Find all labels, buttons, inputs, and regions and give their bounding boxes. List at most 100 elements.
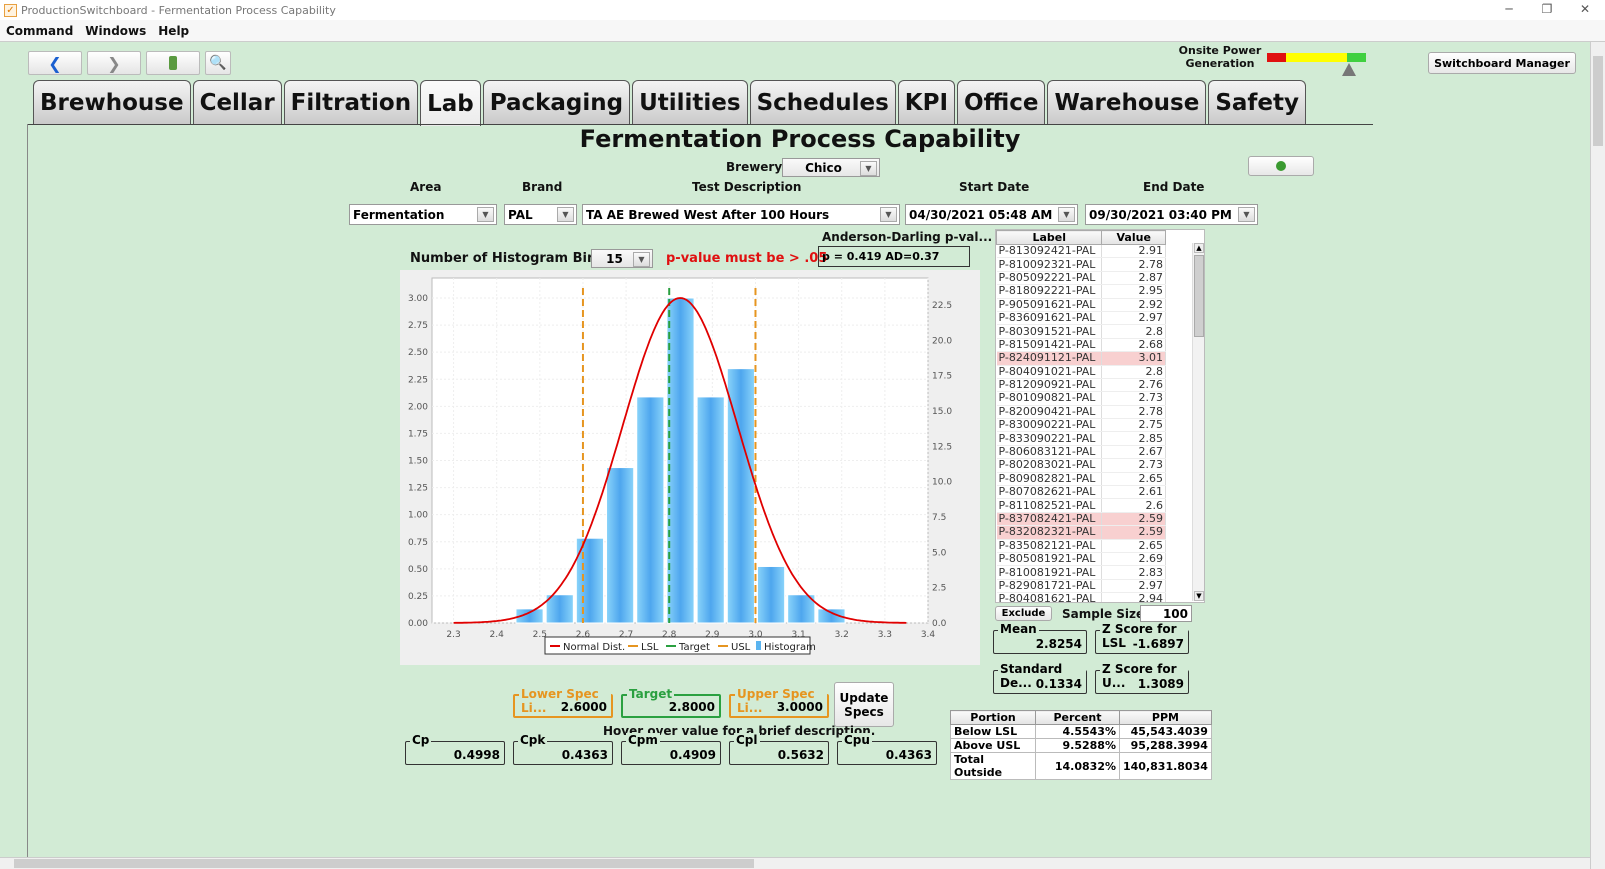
capability-cpl-field[interactable]: Cpl 0.5632 bbox=[729, 733, 829, 765]
scrollbar-thumb[interactable] bbox=[1593, 56, 1603, 146]
row-value: 2.8 bbox=[1101, 324, 1166, 339]
histogram-bins-select[interactable]: 15 ▼ bbox=[591, 249, 653, 268]
forward-button[interactable]: ❯ bbox=[87, 51, 141, 75]
upper-spec-limit-field[interactable]: Upper Spec Li... 3.0000 bbox=[729, 687, 829, 718]
table-row[interactable]: P-818092221-PAL 2.95 bbox=[996, 284, 1166, 299]
table-row[interactable]: P-835082121-PAL 2.65 bbox=[996, 539, 1166, 553]
horizontal-scrollbar[interactable] bbox=[0, 857, 1590, 869]
tab-lab[interactable]: Lab bbox=[420, 80, 481, 126]
maximize-button[interactable]: ❐ bbox=[1528, 0, 1566, 20]
table-row[interactable]: P-804081621-PAL 2.94 bbox=[996, 592, 1166, 602]
start-date-label: Start Date bbox=[959, 180, 1030, 194]
table-row[interactable]: P-802083021-PAL 2.73 bbox=[996, 458, 1166, 473]
help-button[interactable] bbox=[1248, 156, 1314, 176]
scroll-up-icon[interactable]: ▲ bbox=[1194, 243, 1204, 253]
table-row[interactable]: P-805081921-PAL 2.69 bbox=[996, 552, 1166, 567]
capability-cpk-field[interactable]: Cpk 0.4363 bbox=[513, 733, 613, 765]
table-row[interactable]: P-830090221-PAL 2.75 bbox=[996, 418, 1166, 433]
table-row[interactable]: P-807082621-PAL 2.61 bbox=[996, 485, 1166, 500]
row-value: 2.65 bbox=[1101, 539, 1166, 553]
menu-command[interactable]: Command bbox=[6, 24, 73, 38]
summary-header-portion: Portion bbox=[950, 710, 1036, 725]
table-row[interactable]: P-836091621-PAL 2.97 bbox=[996, 311, 1166, 326]
table-row[interactable]: P-806083121-PAL 2.67 bbox=[996, 445, 1166, 460]
window-title: ProductionSwitchboard - Fermentation Pro… bbox=[21, 3, 336, 17]
row-value: 2.85 bbox=[1101, 431, 1166, 446]
exclude-button[interactable]: Exclude bbox=[995, 606, 1052, 621]
table-row[interactable]: P-815091421-PAL 2.68 bbox=[996, 338, 1166, 353]
start-date-select[interactable]: 04/30/2021 05:48 AM ▼ bbox=[905, 204, 1078, 225]
table-row[interactable]: P-805092221-PAL 2.87 bbox=[996, 271, 1166, 286]
column-header-label[interactable]: Label bbox=[996, 230, 1103, 245]
legend-label: Normal Dist. bbox=[563, 642, 625, 653]
back-button[interactable]: ❮ bbox=[28, 51, 82, 75]
tab-cellar[interactable]: Cellar bbox=[192, 80, 282, 125]
y-left-tick-label: 2.75 bbox=[408, 321, 428, 331]
target-field[interactable]: Target 2.8000 bbox=[621, 687, 721, 718]
close-button[interactable]: ✕ bbox=[1566, 0, 1604, 20]
switchboard-manager-button[interactable]: Switchboard Manager bbox=[1428, 52, 1576, 74]
end-date-value: 09/30/2021 03:40 PM bbox=[1089, 207, 1232, 222]
tab-brewhouse[interactable]: Brewhouse bbox=[33, 80, 191, 125]
brewery-label: Brewery bbox=[726, 160, 783, 174]
histogram-bar bbox=[606, 467, 635, 624]
table-row[interactable]: P-810081921-PAL 2.83 bbox=[996, 565, 1166, 580]
table-row[interactable]: P-832082321-PAL 2.59 bbox=[996, 525, 1166, 540]
table-row[interactable]: P-811082521-PAL 2.6 bbox=[996, 498, 1166, 513]
table-row[interactable]: P-810092321-PAL 2.78 bbox=[996, 257, 1166, 272]
y-right-tick-label: 0.0 bbox=[932, 619, 947, 629]
scrollbar-thumb[interactable] bbox=[14, 859, 754, 868]
tab-office[interactable]: Office bbox=[957, 80, 1046, 125]
table-row[interactable]: P-824091121-PAL 3.01 bbox=[996, 351, 1166, 366]
table-row[interactable]: P-829081721-PAL 2.97 bbox=[996, 579, 1166, 594]
histogram-bar bbox=[696, 396, 725, 624]
search-button[interactable]: 🔍 bbox=[205, 51, 231, 75]
table-row[interactable]: P-833090221-PAL 2.85 bbox=[996, 431, 1166, 446]
table-row[interactable]: P-813092421-PAL 2.91 bbox=[996, 244, 1166, 259]
y-left-tick-label: 1.25 bbox=[408, 484, 428, 494]
table-row[interactable]: P-801090821-PAL 2.73 bbox=[996, 391, 1166, 406]
end-date-select[interactable]: 09/30/2021 03:40 PM ▼ bbox=[1085, 204, 1258, 225]
tab-filtration[interactable]: Filtration bbox=[283, 80, 419, 125]
chevron-down-icon: ▼ bbox=[860, 161, 877, 176]
scrollbar-thumb[interactable] bbox=[1194, 255, 1204, 337]
tab-kpi[interactable]: KPI bbox=[897, 80, 956, 125]
battery-button[interactable] bbox=[146, 51, 200, 75]
tab-warehouse[interactable]: Warehouse bbox=[1047, 80, 1207, 125]
tab-utilities[interactable]: Utilities bbox=[632, 80, 748, 125]
y-left-tick-label: 2.00 bbox=[408, 402, 428, 412]
lower-spec-limit-field[interactable]: Lower Spec Li... 2.6000 bbox=[513, 687, 613, 718]
table-row[interactable]: P-804091021-PAL 2.8 bbox=[996, 365, 1166, 379]
table-row[interactable]: P-803091521-PAL 2.8 bbox=[996, 324, 1166, 339]
table-row[interactable]: P-812090921-PAL 2.76 bbox=[996, 378, 1166, 393]
table-row[interactable]: P-905091621-PAL 2.92 bbox=[996, 298, 1166, 312]
test-description-label: Test Description bbox=[692, 180, 802, 194]
table-scrollbar[interactable]: ▲ ▼ bbox=[1192, 243, 1204, 601]
brewery-select[interactable]: Chico ▼ bbox=[782, 158, 880, 177]
minimize-button[interactable]: ─ bbox=[1490, 0, 1528, 20]
column-header-value[interactable]: Value bbox=[1101, 230, 1166, 245]
update-specs-button[interactable]: Update Specs bbox=[834, 682, 894, 727]
main-tabs: Brewhouse Cellar Filtration Lab Packaging Uti… bbox=[33, 80, 1308, 126]
y-right-tick-label: 7.5 bbox=[932, 513, 946, 523]
scroll-down-icon[interactable]: ▼ bbox=[1194, 591, 1204, 601]
tab-packaging[interactable]: Packaging bbox=[482, 80, 631, 125]
row-label: P-802083021-PAL bbox=[996, 458, 1103, 473]
area-select[interactable]: Fermentation ▼ bbox=[349, 204, 497, 225]
menu-windows[interactable]: Windows bbox=[85, 24, 146, 38]
brand-select[interactable]: PAL ▼ bbox=[504, 204, 577, 225]
test-description-select[interactable]: TA AE Brewed West After 100 Hours ▼ bbox=[582, 204, 900, 225]
capability-cpu-field[interactable]: Cpu 0.4363 bbox=[837, 733, 937, 765]
area-value: Fermentation bbox=[353, 207, 445, 222]
capability-cp-field[interactable]: Cp 0.4998 bbox=[405, 733, 505, 765]
table-row[interactable]: P-837082421-PAL 2.59 bbox=[996, 512, 1166, 527]
capability-cpm-field[interactable]: Cpm 0.4909 bbox=[621, 733, 721, 765]
table-row[interactable]: P-809082821-PAL 2.65 bbox=[996, 472, 1166, 487]
tab-safety[interactable]: Safety bbox=[1208, 80, 1307, 125]
summary-row: Below LSL 4.5543% 45,543.4039 bbox=[950, 724, 1212, 739]
sample-size-input[interactable]: 100 bbox=[1140, 605, 1192, 622]
table-row[interactable]: P-820090421-PAL 2.78 bbox=[996, 405, 1166, 420]
menu-help[interactable]: Help bbox=[158, 24, 189, 38]
tab-schedules[interactable]: Schedules bbox=[749, 80, 896, 125]
vertical-scrollbar[interactable] bbox=[1590, 42, 1605, 869]
